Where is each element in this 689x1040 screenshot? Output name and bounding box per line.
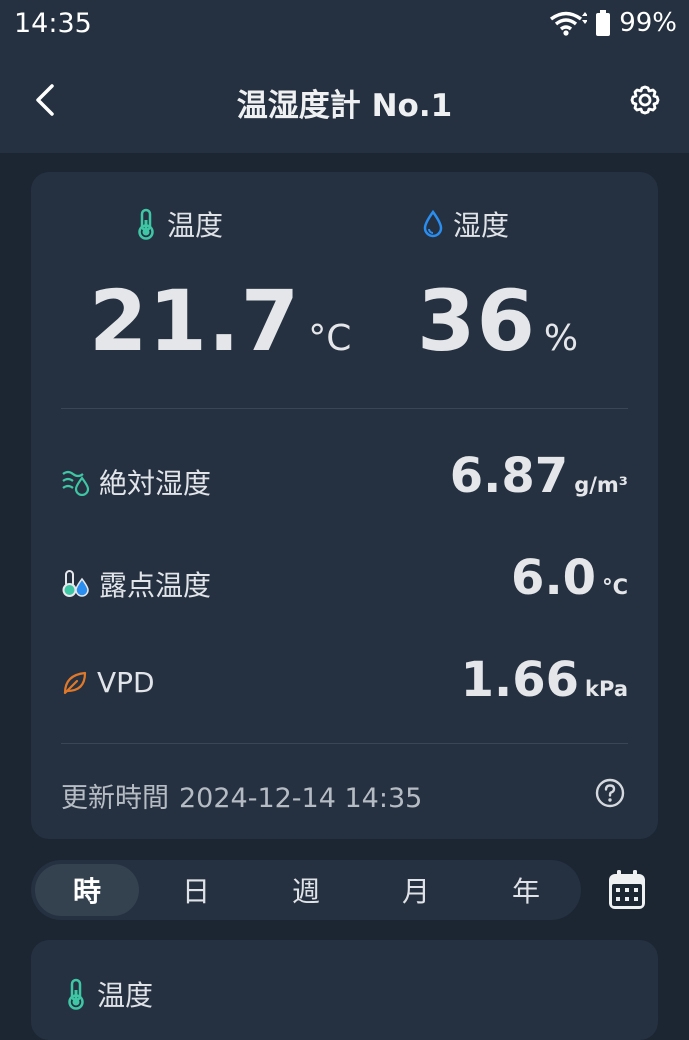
battery-icon <box>596 10 611 36</box>
humidity-unit: % <box>543 318 579 359</box>
divider <box>61 408 628 409</box>
humidity-header: 湿度 <box>423 204 509 244</box>
last-updated-label: 更新時間 <box>61 783 169 814</box>
tab-hour[interactable]: 時 <box>35 864 139 916</box>
temperature-value: 21.7 <box>89 272 301 370</box>
last-updated-value: 2024-12-14 14:35 <box>179 783 423 814</box>
dew-point-value: 6.0 <box>511 550 597 606</box>
temperature-unit: °C <box>308 318 352 359</box>
vpd-row: VPD 1.66 kPa <box>61 652 628 712</box>
battery-level: 99% <box>619 8 677 38</box>
vpd-reading: 1.66 kPa <box>461 652 628 708</box>
temperature-label: 温度 <box>167 209 224 242</box>
calendar-icon[interactable] <box>606 868 648 912</box>
temperature-history-card: 温度 <box>31 940 658 1040</box>
vpd-label: VPD <box>97 666 155 699</box>
humidity-value: 36 <box>417 272 536 370</box>
tab-week[interactable]: 週 <box>254 864 358 916</box>
range-selector: 時 日 週 月 年 <box>31 860 581 920</box>
current-readings-card: 温度 湿度 21.7 °C 36 % 絶対湿度 6.87 g/m³ 露点温度 6… <box>31 172 658 839</box>
dew-point-reading: 6.0 °C <box>511 550 628 606</box>
vpd-label-group: VPD <box>61 666 155 699</box>
vpd-unit: kPa <box>585 677 628 701</box>
status-time: 14:35 <box>14 8 92 39</box>
absolute-humidity-unit: g/m³ <box>574 473 628 497</box>
humidity-label: 湿度 <box>453 209 510 242</box>
thermometer-icon <box>138 208 154 240</box>
history-header: 温度 <box>65 974 153 1014</box>
humidity-reading: 36 % <box>417 272 578 370</box>
app-bar: 温湿度計 No.1 <box>0 48 689 153</box>
leaf-icon <box>63 671 87 694</box>
dew-point-unit: °C <box>602 575 628 599</box>
status-indicators: 99% <box>549 8 677 38</box>
vpd-value: 1.66 <box>460 652 580 708</box>
tab-month[interactable]: 月 <box>364 864 468 916</box>
temperature-header: 温度 <box>135 204 223 244</box>
dew-point-row: 露点温度 6.0 °C <box>61 550 628 610</box>
gear-icon[interactable] <box>627 82 663 118</box>
temperature-reading: 21.7 °C <box>89 272 351 370</box>
history-label: 温度 <box>97 979 154 1012</box>
divider <box>61 743 628 744</box>
dew-point-label-group: 露点温度 <box>61 564 211 604</box>
absolute-humidity-value: 6.87 <box>449 448 569 504</box>
status-bar: 14:35 99% <box>0 0 689 48</box>
tab-day[interactable]: 日 <box>144 864 248 916</box>
thermometer-icon <box>68 978 84 1010</box>
humidity-wave-icon <box>62 470 90 496</box>
absolute-humidity-label-group: 絶対湿度 <box>61 462 211 502</box>
absolute-humidity-label: 絶対湿度 <box>99 467 212 500</box>
absolute-humidity-row: 絶対湿度 6.87 g/m³ <box>61 448 628 508</box>
last-updated: 更新時間 2024-12-14 14:35 <box>61 776 422 815</box>
water-drop-icon <box>423 210 443 238</box>
tab-year[interactable]: 年 <box>474 864 578 916</box>
wifi-icon <box>550 11 588 36</box>
dew-point-icon <box>62 570 89 597</box>
help-icon[interactable] <box>594 777 626 809</box>
absolute-humidity-reading: 6.87 g/m³ <box>450 448 628 504</box>
page-title: 温湿度計 No.1 <box>236 88 453 124</box>
dew-point-label: 露点温度 <box>99 569 212 602</box>
